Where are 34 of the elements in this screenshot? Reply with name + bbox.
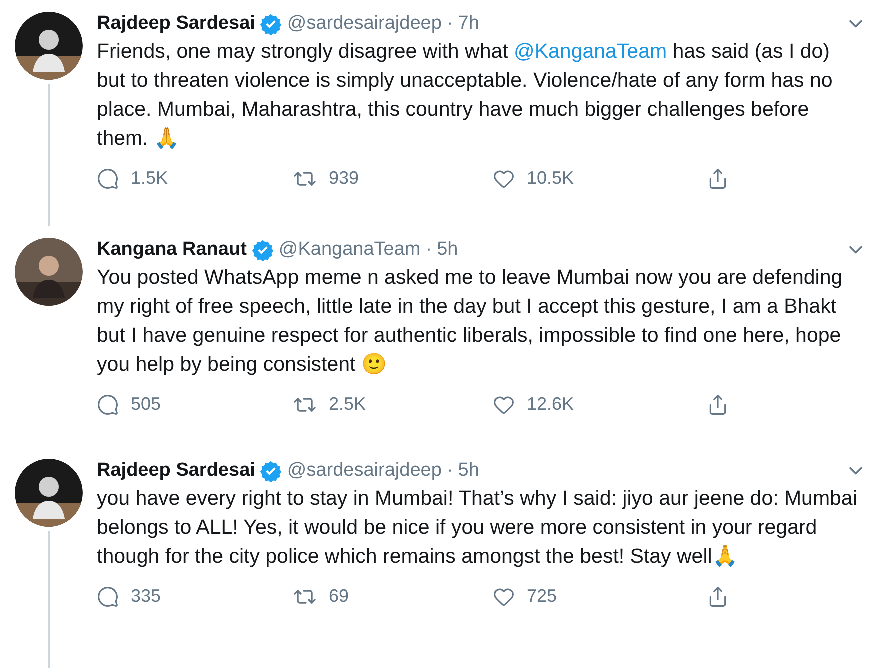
share-icon: [707, 586, 729, 608]
like-button[interactable]: 725: [493, 583, 707, 610]
author-handle[interactable]: @sardesairajdeep: [287, 459, 442, 483]
share-icon: [707, 168, 729, 190]
author-handle[interactable]: @sardesairajdeep: [287, 12, 442, 36]
share-icon: [707, 394, 729, 416]
author-name[interactable]: Kangana Ranaut: [97, 238, 247, 262]
tweet-time[interactable]: 5h: [437, 238, 458, 262]
like-button[interactable]: 12.6K: [493, 391, 707, 418]
separator-dot: ·: [426, 238, 432, 262]
tweet-time[interactable]: 7h: [458, 12, 480, 36]
reply-button[interactable]: 505: [97, 391, 293, 418]
speech-bubble-icon: [97, 394, 119, 416]
tweet-text: you have every right to stay in Mumbai! That’s why I said: jiyo aur jeene do: Mumbai belongs to ALL! Yes, it would be nice if you were more consistent in your regard though for the city police which remains amongst the best! Stay well🙏: [97, 486, 858, 570]
tweet-text: Friends, one may strongly disagree with what @KanganaTeam has said (as I do) but to threaten violence is simply unacceptable. Violence/hate of any form has no place. Mumbai, Maharashtra, this country have much bigger challenges before them. 🙏: [97, 39, 834, 152]
share-button[interactable]: [707, 394, 729, 416]
like-button[interactable]: 10.5K: [493, 165, 707, 192]
author-handle[interactable]: @KanganaTeam: [278, 238, 421, 262]
retweet-button[interactable]: 939: [293, 165, 493, 192]
author-name[interactable]: Rajdeep Sardesai: [97, 12, 256, 36]
speech-bubble-icon: [97, 168, 119, 190]
separator-dot: ·: [446, 459, 454, 483]
mention-link[interactable]: @KanganaTeam: [514, 40, 668, 63]
tweet-time[interactable]: 5h: [458, 459, 480, 483]
share-button[interactable]: [707, 168, 729, 190]
speech-bubble-icon: [97, 586, 119, 608]
share-button[interactable]: [707, 586, 729, 608]
retweet-button[interactable]: 69: [293, 583, 493, 610]
author-name[interactable]: Rajdeep Sardesai: [97, 459, 256, 483]
retweet-button[interactable]: 2.5K: [293, 391, 493, 418]
reply-button[interactable]: 1.5K: [97, 165, 293, 192]
tweet-text: You posted WhatsApp meme n asked me to leave Mumbai now you are defending my right of free speech, little late in the day but I accept this gesture, I am a Bhakt but I have genuine respect for authentic liberals, impossible to find one here, hope you help by being consistent 🙂: [97, 265, 844, 378]
separator-dot: ·: [446, 12, 454, 36]
reply-button[interactable]: 335: [97, 583, 293, 610]
